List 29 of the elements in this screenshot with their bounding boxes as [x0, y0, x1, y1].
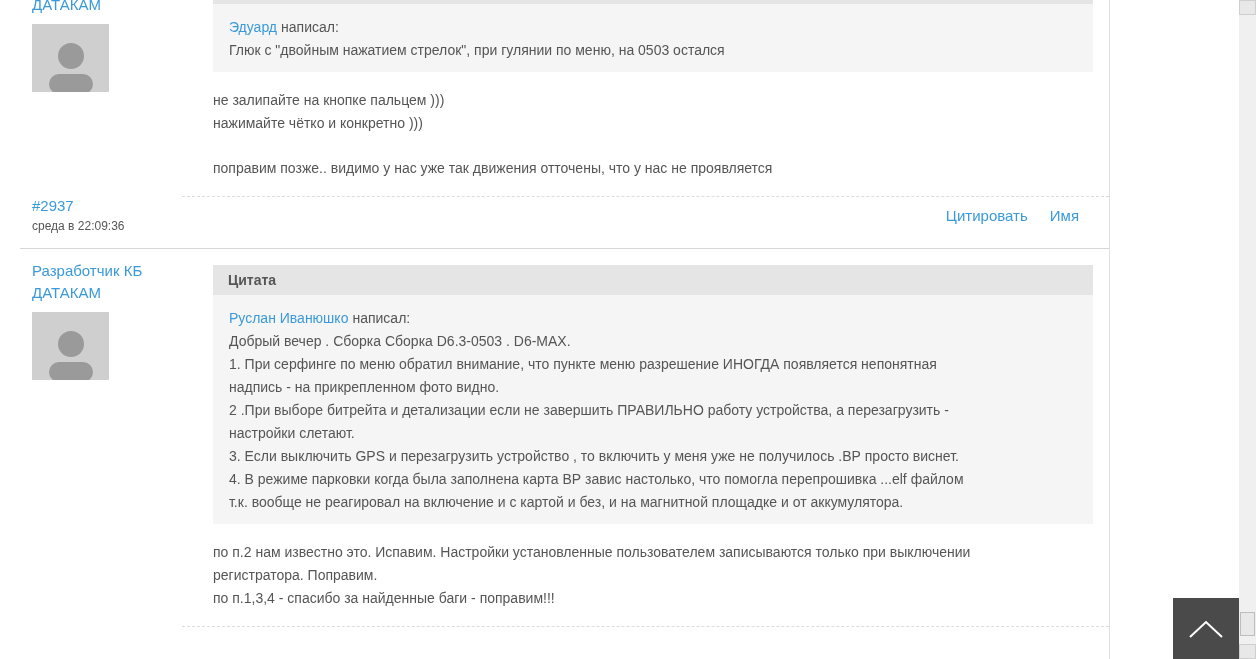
quote-wrote-label: написал:	[352, 308, 411, 328]
quote-text-line: 2 .При выборе битрейта и детализации если не завершить ПРАВИЛЬНО работу устройства, а перезагрузить -	[229, 400, 950, 420]
scrollbar[interactable]	[1239, 0, 1256, 659]
post-text-line: по п.2 нам известно это. Испавим. Настройки установленные пользователем записываются только при выключении	[213, 542, 972, 562]
post-text-line: регистратора. Поправим.	[213, 565, 379, 585]
post-text-line: по п.1,3,4 - спасибо за найденные баги - поправим!!!	[213, 588, 556, 608]
chevron-up-icon	[1189, 619, 1223, 638]
quote-text-line: 3. Если выключить GPS и перезагрузить устройство , то включить у меня уже не получилось .ВР просто виснет.	[229, 446, 960, 466]
quote-title: Цитата	[213, 264, 1093, 295]
quote-text-line: 4. В режиме парковки когда была заполнена карта ВР завис настолько, что помогла перепрошивка ...elf файлом	[229, 469, 965, 489]
quote-text-line: надпись - на прикрепленном фото видно.	[229, 377, 501, 397]
post-action-link[interactable]: Имя	[1049, 205, 1079, 228]
post-text-line: поправим позже.. видимо у нас уже так движения отточены, что у нас не проявляется	[213, 159, 774, 178]
post-text-line: не залипайте на кнопке пальцем )))	[213, 91, 446, 110]
post-action-link[interactable]: Цитировать	[945, 205, 1028, 228]
post-number-link[interactable]: #2937	[32, 195, 125, 216]
author-link[interactable]: Разработчик КБ ДАТАКАМ	[32, 259, 162, 304]
author-link[interactable]: ДАТАКАМ	[32, 0, 162, 16]
quote-text-line: Добрый вечер . Сборка Сборка D6.3-0503 . D6-MAX.	[229, 331, 572, 351]
back-to-top-button[interactable]	[1173, 598, 1239, 659]
post-text-line: нажимайте чётко и конкретно )))	[213, 114, 424, 133]
quote-wrote-label: написал:	[281, 18, 339, 37]
quote-author-link[interactable]: Эдуард	[229, 16, 278, 39]
quote-author-link[interactable]: Руслан Иванюшко	[229, 306, 349, 330]
quote-text-line: 1. При серфинге по меню обратил внимание, что пункте меню разрешение ИНОГДА появляется непонятная	[229, 354, 938, 374]
quote-text-line: т.к. вообще не реагировал на включение и с картой и без, и на магнитной площадке и от аккумулятора.	[229, 492, 905, 512]
post-date: среда в 22:09:36	[32, 217, 125, 235]
quote-text-line: настройки слетают.	[229, 423, 356, 443]
quote-text-line: Глюк с "двойным нажатием стрелок", при гулянии по меню, на 0503 остался	[229, 41, 726, 60]
